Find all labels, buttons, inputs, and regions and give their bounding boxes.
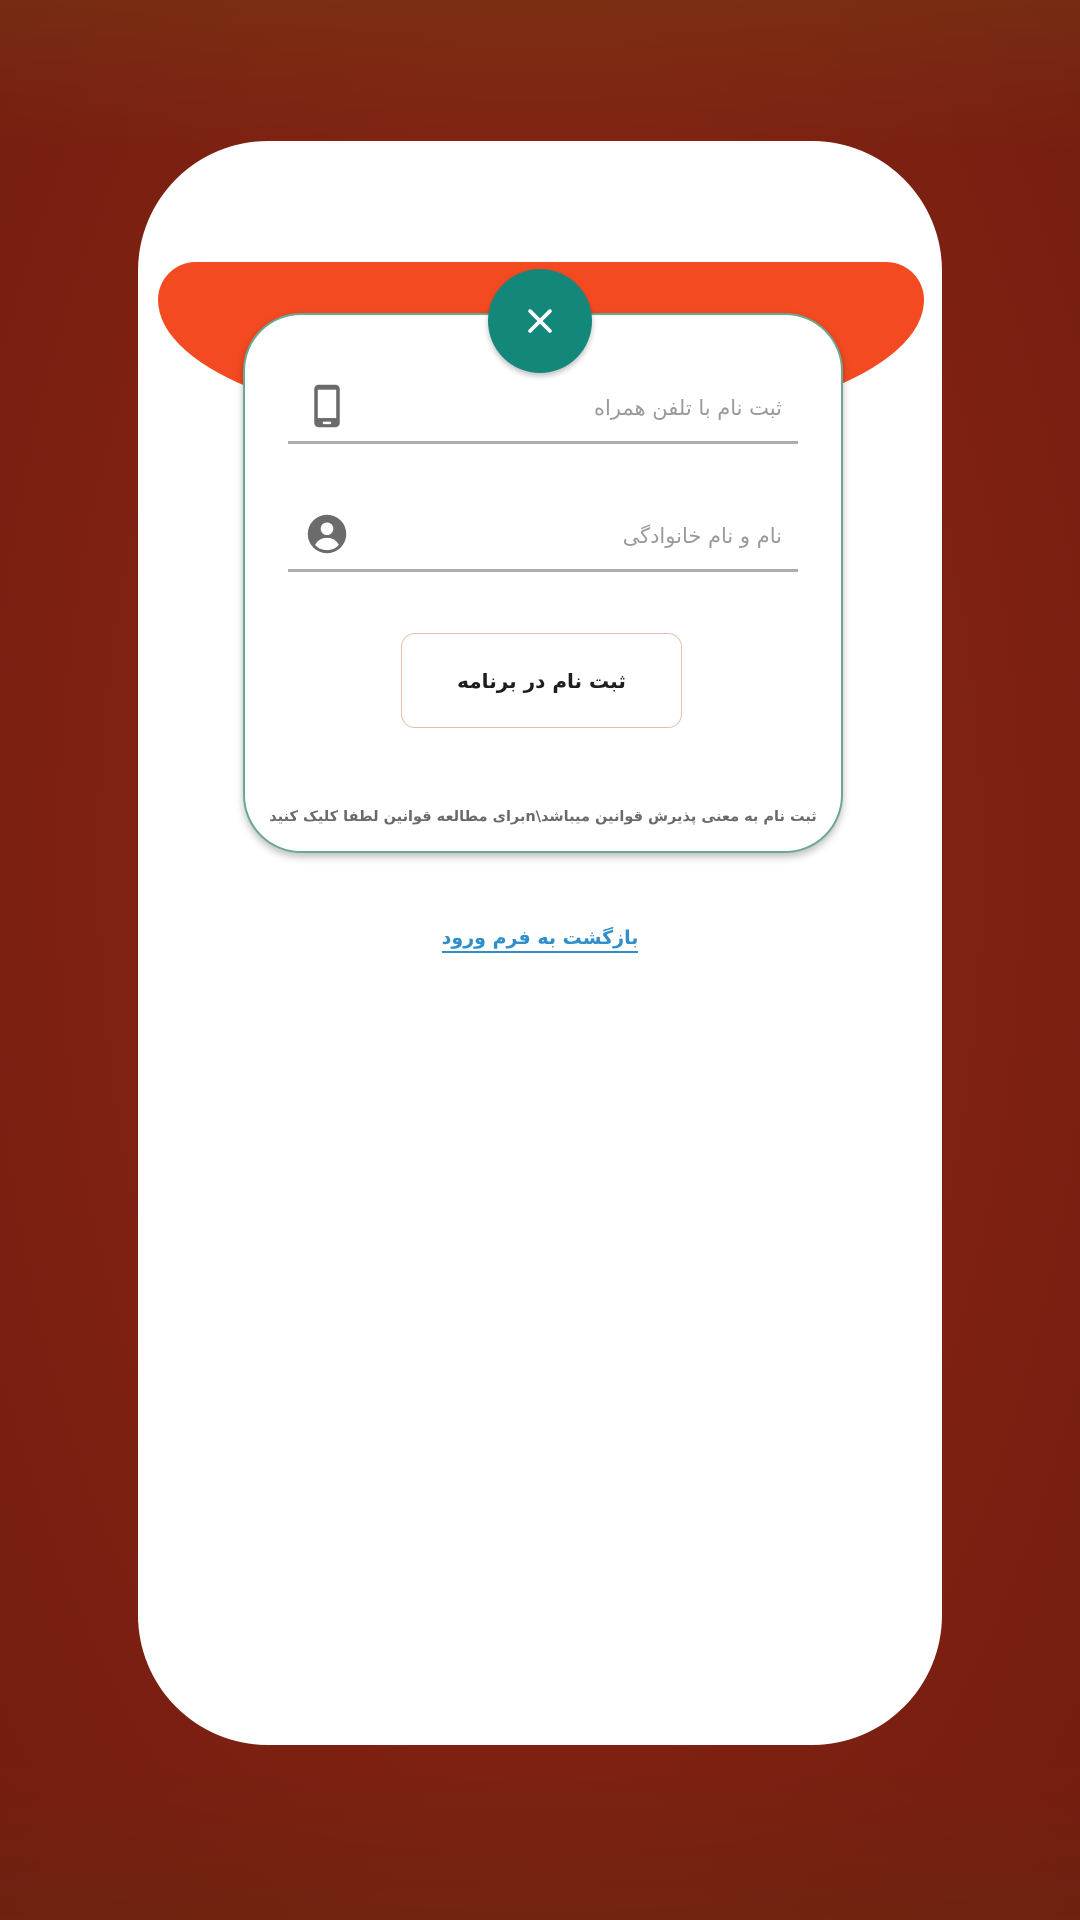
terms-text[interactable]: ثبت نام به معنی پذیرش قوانین میباشد\nبرا… — [245, 809, 841, 825]
phone-field — [288, 379, 798, 444]
mobile-phone-icon — [304, 383, 350, 429]
phone-input[interactable] — [380, 385, 784, 431]
app-screen: ثبت نام در برنامه ثبت نام به معنی پذیرش … — [138, 141, 942, 1745]
name-field — [288, 507, 798, 572]
account-circle-icon — [304, 511, 350, 557]
register-card: ثبت نام در برنامه ثبت نام به معنی پذیرش … — [243, 313, 843, 853]
back-link-container: بازگشت به فرم ورود — [138, 927, 942, 953]
name-input[interactable] — [380, 513, 784, 559]
back-to-login-link[interactable]: بازگشت به فرم ورود — [441, 927, 639, 953]
register-button[interactable]: ثبت نام در برنامه — [401, 633, 682, 728]
close-button[interactable] — [488, 269, 592, 373]
close-icon — [528, 309, 552, 333]
